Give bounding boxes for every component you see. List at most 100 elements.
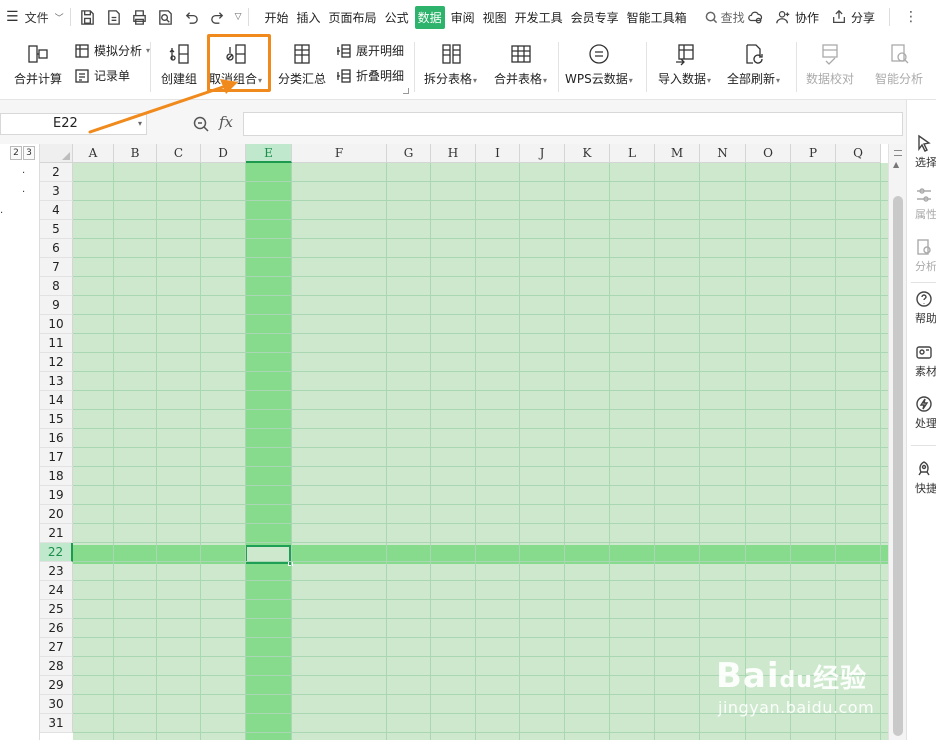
chevron-down-icon[interactable]: ▾ xyxy=(138,114,142,134)
column-header-c[interactable]: C xyxy=(157,144,201,163)
column-header-i[interactable]: I xyxy=(476,144,520,163)
row-header-8[interactable]: 8 xyxy=(40,277,73,296)
fx-icon[interactable]: fx xyxy=(219,113,233,131)
side-material-button[interactable]: 素材 xyxy=(915,343,936,379)
tab-insert[interactable]: 插入 xyxy=(295,6,323,29)
smart-analysis-button[interactable]: 智能分析 xyxy=(875,40,923,87)
import-data-button[interactable]: 导入数据▾ xyxy=(658,40,711,87)
subtotal-button[interactable]: 分类汇总 xyxy=(278,40,326,87)
row-header-28[interactable]: 28 xyxy=(40,657,73,676)
row-header-2[interactable]: 2 xyxy=(40,163,73,182)
ungroup-button[interactable]: 取消组合▾ xyxy=(209,40,262,87)
column-header-o[interactable]: O xyxy=(746,144,791,163)
tab-page-layout[interactable]: 页面布局 xyxy=(327,6,379,29)
tab-home[interactable]: 开始 xyxy=(263,6,291,29)
vertical-scrollbar[interactable]: ▲ xyxy=(888,144,906,740)
cell-area[interactable] xyxy=(73,163,888,740)
row-header-20[interactable]: 20 xyxy=(40,505,73,524)
row-header-16[interactable]: 16 xyxy=(40,429,73,448)
column-header-q[interactable]: Q xyxy=(836,144,881,163)
split-table-button[interactable]: 拆分表格▾ xyxy=(424,40,477,87)
group-settings-launcher[interactable] xyxy=(403,88,409,94)
simulate-analysis-button[interactable]: 模拟分析 ▾ xyxy=(74,42,150,59)
column-header-p[interactable]: P xyxy=(791,144,836,163)
column-header-d[interactable]: D xyxy=(201,144,246,163)
record-form-button[interactable]: 记录单 xyxy=(74,67,130,84)
column-header-f[interactable]: F xyxy=(292,144,387,163)
save-icon[interactable] xyxy=(79,9,96,26)
side-properties-button[interactable]: 属性 xyxy=(915,186,936,222)
row-header-5[interactable]: 5 xyxy=(40,220,73,239)
collaborate-button[interactable]: 协作 xyxy=(775,9,819,26)
side-select-button[interactable]: 选择 xyxy=(915,134,936,170)
row-header-25[interactable]: 25 xyxy=(40,600,73,619)
row-header-9[interactable]: 9 xyxy=(40,296,73,315)
row-header-13[interactable]: 13 xyxy=(40,372,73,391)
row-header-3[interactable]: 3 xyxy=(40,182,73,201)
split-handle-icon[interactable] xyxy=(894,150,902,156)
more-options-icon[interactable]: ⋮ xyxy=(904,9,918,25)
collapse-detail-button[interactable]: 折叠明细 xyxy=(336,67,404,84)
row-header-4[interactable]: 4 xyxy=(40,201,73,220)
refresh-all-button[interactable]: 全部刷新▾ xyxy=(727,40,780,87)
redo-icon[interactable] xyxy=(209,9,226,26)
expand-detail-button[interactable]: 展开明细 xyxy=(336,42,404,59)
column-header-b[interactable]: B xyxy=(114,144,157,163)
export-pdf-icon[interactable] xyxy=(105,9,122,26)
row-header-30[interactable]: 30 xyxy=(40,695,73,714)
row-header-19[interactable]: 19 xyxy=(40,486,73,505)
merge-table-button[interactable]: 合并表格▾ xyxy=(494,40,547,87)
row-header-15[interactable]: 15 xyxy=(40,410,73,429)
merge-calc-button[interactable]: 合并计算 xyxy=(14,40,62,87)
row-header-11[interactable]: 11 xyxy=(40,334,73,353)
tab-review[interactable]: 审阅 xyxy=(449,6,477,29)
file-menu[interactable]: ☰ 文件 ﹀ xyxy=(0,0,64,34)
column-header-l[interactable]: L xyxy=(610,144,655,163)
tab-smart-toolbox[interactable]: 智能工具箱 xyxy=(625,6,689,29)
row-header-24[interactable]: 24 xyxy=(40,581,73,600)
row-header-26[interactable]: 26 xyxy=(40,619,73,638)
scroll-up-icon[interactable]: ▲ xyxy=(893,160,899,169)
row-header-29[interactable]: 29 xyxy=(40,676,73,695)
scrollbar-thumb[interactable] xyxy=(893,196,903,736)
column-header-k[interactable]: K xyxy=(565,144,610,163)
column-header-h[interactable]: H xyxy=(431,144,476,163)
create-group-button[interactable]: 创建组 xyxy=(161,40,197,87)
cloud-sync-icon[interactable] xyxy=(747,9,763,25)
customize-toolbar-dropdown[interactable]: ▽ xyxy=(235,12,242,22)
column-header-a[interactable]: A xyxy=(73,144,114,163)
tab-member[interactable]: 会员专享 xyxy=(569,6,621,29)
row-header-18[interactable]: 18 xyxy=(40,467,73,486)
row-header-7[interactable]: 7 xyxy=(40,258,73,277)
print-icon[interactable] xyxy=(131,9,148,26)
tab-developer[interactable]: 开发工具 xyxy=(513,6,565,29)
row-header-17[interactable]: 17 xyxy=(40,448,73,467)
name-box[interactable]: E22 ▾ xyxy=(0,113,147,135)
select-all-corner[interactable] xyxy=(40,144,73,163)
column-header-e[interactable]: E xyxy=(246,144,292,163)
row-header-10[interactable]: 10 xyxy=(40,315,73,334)
data-check-button[interactable]: 数据校对 xyxy=(806,40,854,87)
side-shortcut-button[interactable]: 快捷 xyxy=(915,460,936,496)
side-help-button[interactable]: 帮助 xyxy=(915,290,936,326)
tab-formulas[interactable]: 公式 xyxy=(383,6,411,29)
formula-input[interactable] xyxy=(243,112,903,136)
row-header-31[interactable]: 31 xyxy=(40,714,73,733)
column-header-j[interactable]: J xyxy=(520,144,565,163)
search-box[interactable]: 查找 xyxy=(705,9,745,26)
row-header-27[interactable]: 27 xyxy=(40,638,73,657)
side-analysis-button[interactable]: 分析 xyxy=(915,238,936,274)
tab-view[interactable]: 视图 xyxy=(481,6,509,29)
wps-cloud-data-button[interactable]: WPS云数据▾ xyxy=(565,40,633,87)
tab-data[interactable]: 数据 xyxy=(414,5,445,29)
share-button[interactable]: 分享 xyxy=(831,9,875,26)
print-preview-icon[interactable] xyxy=(157,9,174,26)
row-header-14[interactable]: 14 xyxy=(40,391,73,410)
row-header-21[interactable]: 21 xyxy=(40,524,73,543)
row-header-22[interactable]: 22 xyxy=(40,543,73,562)
column-header-n[interactable]: N xyxy=(700,144,746,163)
undo-icon[interactable] xyxy=(183,9,200,26)
zoom-icon[interactable] xyxy=(192,115,210,137)
side-process-button[interactable]: 处理 xyxy=(915,395,936,431)
row-header-6[interactable]: 6 xyxy=(40,239,73,258)
